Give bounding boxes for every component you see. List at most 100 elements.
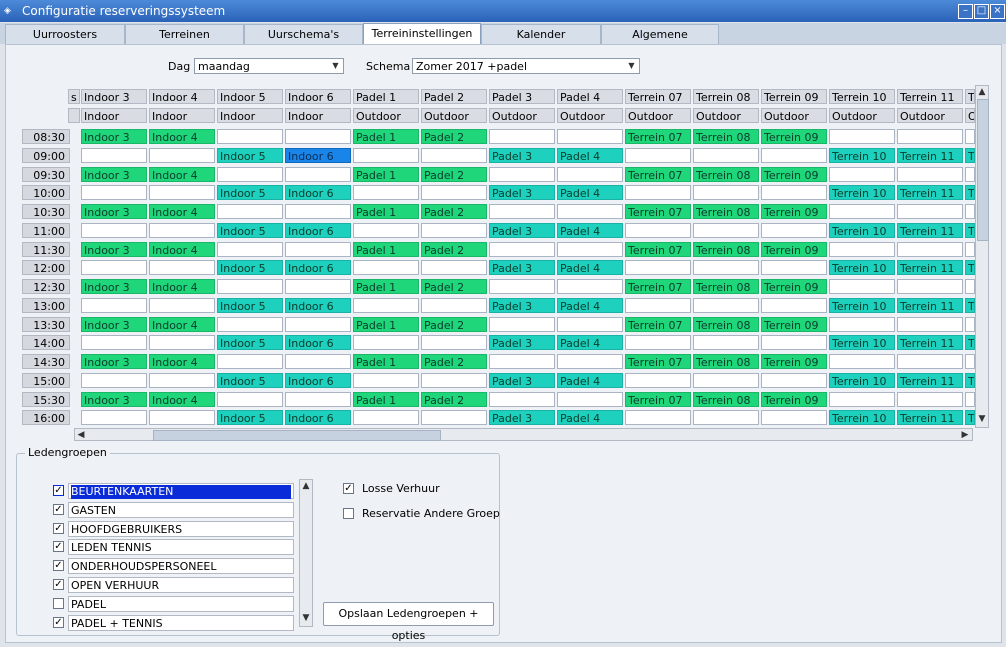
slot-cell[interactable]: Padel 1 — [353, 166, 419, 182]
member-group-item[interactable]: BEURTENKAARTEN — [68, 483, 294, 499]
member-list-scrollbar[interactable]: ▲ ▼ — [299, 479, 313, 627]
slot-cell[interactable] — [761, 147, 827, 163]
slot-cell[interactable] — [421, 260, 487, 276]
slot-cell[interactable] — [421, 335, 487, 351]
slot-cell[interactable] — [285, 204, 351, 219]
slot-cell[interactable]: Terrein 09 — [761, 316, 827, 332]
member-group-item[interactable]: PADEL — [68, 595, 294, 612]
slot-cell[interactable] — [421, 147, 487, 163]
slot-cell[interactable]: Padel 2 — [421, 279, 487, 294]
slot-cell[interactable] — [285, 129, 351, 144]
slot-cell[interactable] — [285, 241, 351, 257]
slot-cell[interactable] — [557, 241, 623, 257]
slot-cell[interactable] — [761, 372, 827, 388]
slot-cell[interactable]: Terrein 07 — [625, 241, 691, 257]
slot-cell[interactable]: Indoor 5 — [217, 185, 283, 201]
slot-cell[interactable]: Terrein 10 — [829, 260, 895, 276]
slot-cell[interactable]: Terrein 07 — [625, 129, 691, 144]
slot-cell[interactable]: Terrein 11 — [897, 297, 963, 313]
slot-cell[interactable]: Padel 1 — [353, 129, 419, 144]
slot-cell[interactable]: Terrein 09 — [761, 204, 827, 219]
slot-cell[interactable]: Padel 3 — [489, 147, 555, 163]
slot-cell[interactable] — [557, 129, 623, 144]
slot-cell[interactable] — [557, 316, 623, 332]
slot-cell[interactable]: Terrein 09 — [761, 166, 827, 182]
close-icon[interactable]: × — [990, 4, 1005, 19]
slot-cell[interactable]: Indoor 6 — [285, 260, 351, 276]
slot-cell[interactable]: T — [965, 410, 975, 426]
slot-cell[interactable] — [81, 335, 147, 351]
slot-cell[interactable]: Indoor 5 — [217, 260, 283, 276]
slot-cell[interactable] — [761, 297, 827, 313]
slot-cell[interactable] — [149, 147, 215, 163]
slot-cell[interactable]: Terrein 08 — [693, 129, 759, 144]
scroll-up-icon[interactable]: ▲ — [976, 86, 988, 98]
slot-cell[interactable]: Terrein 10 — [829, 335, 895, 351]
slot-cell[interactable] — [965, 204, 975, 219]
slot-cell[interactable] — [353, 185, 419, 201]
slot-cell[interactable]: Indoor 3 — [81, 316, 147, 332]
slot-cell[interactable]: Padel 4 — [557, 185, 623, 201]
slot-cell[interactable] — [761, 410, 827, 426]
slot-cell[interactable] — [693, 147, 759, 163]
slot-cell[interactable] — [897, 316, 963, 332]
slot-cell[interactable]: Indoor 6 — [285, 185, 351, 201]
slot-cell[interactable] — [421, 185, 487, 201]
member-group-checkbox[interactable]: ✓ — [53, 541, 64, 553]
slot-cell[interactable] — [761, 222, 827, 238]
slot-cell[interactable]: Terrein 08 — [693, 166, 759, 182]
member-group-item[interactable]: OPEN VERHUUR — [68, 577, 294, 593]
slot-cell[interactable]: Terrein 11 — [897, 147, 963, 163]
slot-cell[interactable] — [285, 316, 351, 332]
scroll-thumb[interactable] — [153, 430, 441, 441]
slot-cell[interactable] — [81, 185, 147, 201]
slot-cell[interactable] — [965, 241, 975, 257]
member-group-checkbox[interactable]: ✓ — [53, 560, 64, 572]
slot-cell[interactable]: Indoor 5 — [217, 410, 283, 426]
slot-cell[interactable] — [81, 147, 147, 163]
slot-cell[interactable]: Terrein 11 — [897, 372, 963, 388]
slot-cell[interactable]: Indoor 4 — [149, 391, 215, 407]
slot-cell[interactable] — [897, 391, 963, 407]
slot-cell[interactable] — [693, 335, 759, 351]
slot-cell[interactable] — [829, 354, 895, 369]
slot-cell[interactable]: Indoor 6 — [285, 222, 351, 238]
slot-cell[interactable]: Terrein 07 — [625, 166, 691, 182]
slot-cell[interactable]: Terrein 08 — [693, 241, 759, 257]
member-group-item[interactable]: GASTEN — [68, 501, 294, 518]
slot-cell[interactable]: Terrein 10 — [829, 410, 895, 426]
dag-select[interactable]: maandag ▼ — [194, 58, 344, 74]
slot-cell[interactable]: Padel 1 — [353, 241, 419, 257]
member-group-checkbox[interactable]: ✓ — [53, 485, 64, 496]
slot-cell[interactable]: Terrein 08 — [693, 316, 759, 332]
slot-cell[interactable]: Terrein 11 — [897, 260, 963, 276]
slot-cell[interactable]: Indoor 3 — [81, 204, 147, 219]
slot-cell[interactable]: Indoor 5 — [217, 147, 283, 163]
slot-cell[interactable]: Indoor 6 — [285, 147, 351, 163]
tab-uurroosters[interactable]: Uurroosters — [5, 24, 125, 44]
slot-cell[interactable]: Padel 4 — [557, 372, 623, 388]
slot-cell[interactable]: Terrein 10 — [829, 297, 895, 313]
slot-cell[interactable]: Padel 3 — [489, 222, 555, 238]
scroll-down-icon[interactable]: ▼ — [976, 413, 988, 425]
slot-cell[interactable] — [353, 260, 419, 276]
slot-cell[interactable]: Indoor 6 — [285, 335, 351, 351]
slot-cell[interactable]: Padel 2 — [421, 166, 487, 182]
slot-cell[interactable] — [965, 129, 975, 144]
slot-cell[interactable] — [625, 297, 691, 313]
slot-cell[interactable]: Padel 1 — [353, 204, 419, 219]
slot-cell[interactable] — [149, 410, 215, 426]
slot-cell[interactable]: T — [965, 260, 975, 276]
slot-cell[interactable] — [81, 372, 147, 388]
slot-cell[interactable] — [693, 260, 759, 276]
slot-cell[interactable] — [557, 354, 623, 369]
slot-cell[interactable] — [489, 129, 555, 144]
slot-cell[interactable]: Indoor 4 — [149, 316, 215, 332]
slot-cell[interactable] — [353, 297, 419, 313]
slot-cell[interactable] — [489, 391, 555, 407]
slot-cell[interactable] — [761, 335, 827, 351]
member-group-checkbox[interactable]: ✓ — [53, 522, 64, 534]
slot-cell[interactable]: Terrein 10 — [829, 222, 895, 238]
slot-cell[interactable]: T — [965, 185, 975, 201]
slot-cell[interactable] — [693, 410, 759, 426]
